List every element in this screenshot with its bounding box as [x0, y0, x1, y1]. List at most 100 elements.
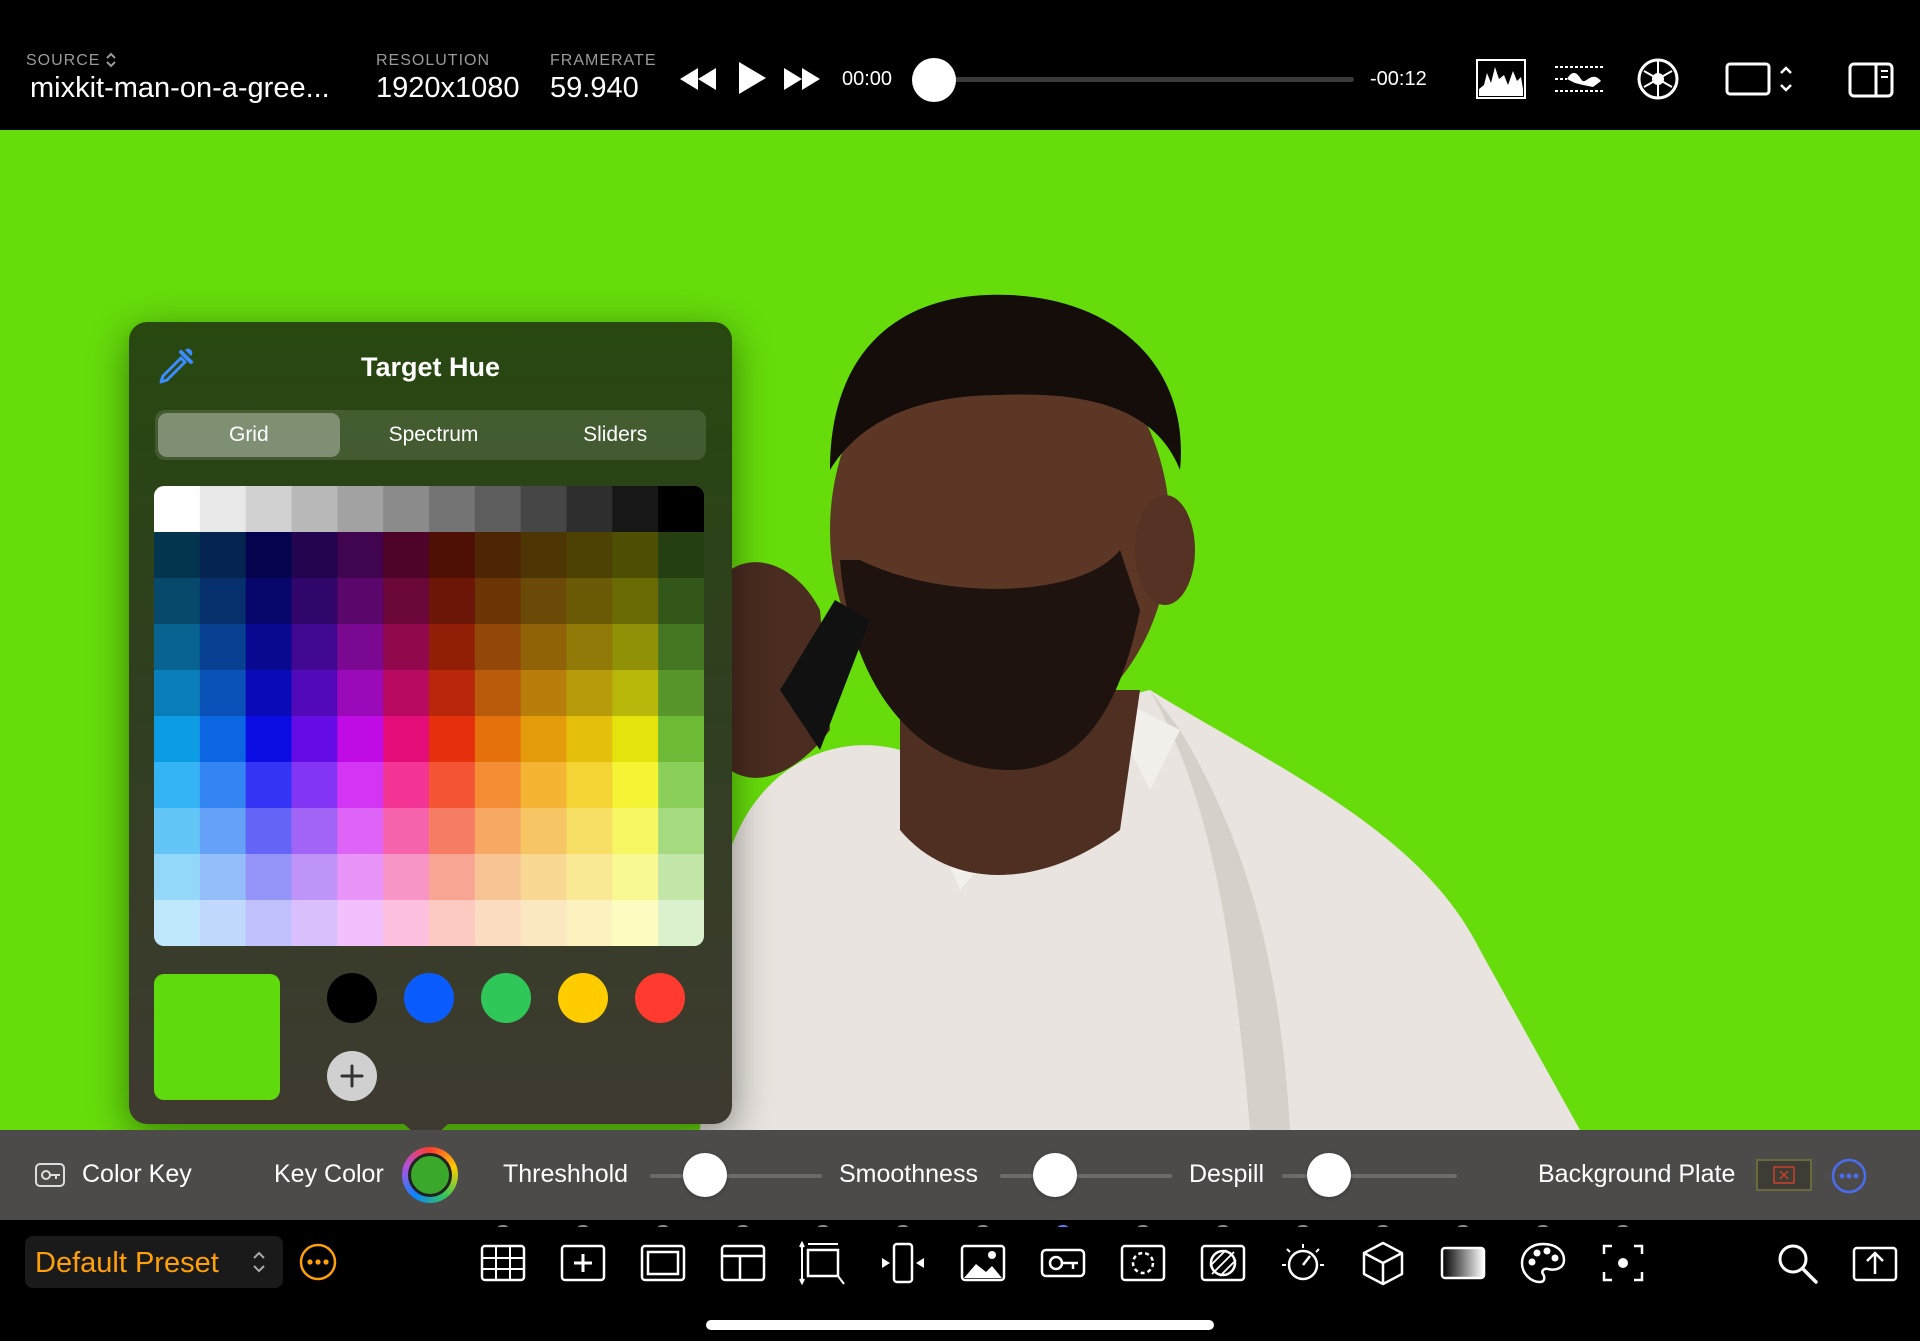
grid-cell[interactable]: [154, 716, 201, 763]
exposure-icon[interactable]: [1198, 1238, 1248, 1288]
grid-cell[interactable]: [337, 900, 384, 946]
flip-icon[interactable]: [878, 1238, 928, 1288]
threshold-slider-thumb[interactable]: [683, 1153, 728, 1197]
grid-cell[interactable]: [383, 854, 430, 901]
grid-cell[interactable]: [154, 578, 201, 625]
grid-cell[interactable]: [658, 532, 704, 579]
grid-cell[interactable]: [520, 532, 567, 579]
grid-cell[interactable]: [199, 808, 247, 855]
grid-cell[interactable]: [520, 578, 567, 625]
grid-cell[interactable]: [520, 716, 567, 763]
preset-picker[interactable]: Default Preset: [25, 1236, 283, 1288]
tab-sliders[interactable]: Sliders: [524, 410, 706, 460]
grid-cell[interactable]: [612, 532, 659, 579]
grid-cell[interactable]: [245, 900, 292, 946]
gradient-icon[interactable]: [1438, 1238, 1488, 1288]
smoothness-slider[interactable]: [1000, 1174, 1172, 1178]
grid-cell[interactable]: [520, 486, 567, 533]
grid-cell[interactable]: [566, 578, 613, 625]
grid-cell[interactable]: [612, 486, 659, 533]
color-key-tool-icon[interactable]: [1038, 1238, 1088, 1288]
grid-cell[interactable]: [474, 762, 522, 809]
grid-cell[interactable]: [199, 624, 247, 671]
add-icon[interactable]: [558, 1238, 608, 1288]
more-options-icon[interactable]: [1831, 1158, 1867, 1194]
grid-cell[interactable]: [199, 670, 247, 717]
cube-icon[interactable]: [1358, 1238, 1408, 1288]
grid-cell[interactable]: [612, 716, 659, 763]
grid-cell[interactable]: [474, 532, 522, 579]
grid-cell[interactable]: [566, 900, 613, 946]
grid-cell[interactable]: [337, 486, 384, 533]
grid-cell[interactable]: [429, 532, 476, 579]
grid-cell[interactable]: [383, 900, 430, 946]
grid-cell[interactable]: [337, 624, 384, 671]
background-plate-well[interactable]: [1756, 1159, 1812, 1191]
grid-cell[interactable]: [612, 900, 659, 946]
grid-cell[interactable]: [612, 578, 659, 625]
despill-slider-thumb[interactable]: [1307, 1153, 1352, 1197]
frame-icon[interactable]: [638, 1238, 688, 1288]
grid-cell[interactable]: [154, 808, 201, 855]
color-grid[interactable]: [154, 486, 704, 946]
grid-cell[interactable]: [383, 762, 430, 809]
source-value[interactable]: mixkit-man-on-a-gree...: [30, 72, 330, 105]
grid-cell[interactable]: [245, 808, 292, 855]
grid-cell[interactable]: [337, 670, 384, 717]
playhead-handle[interactable]: [912, 58, 956, 102]
grid-cell[interactable]: [474, 624, 522, 671]
grid-cell[interactable]: [245, 716, 292, 763]
grid-cell[interactable]: [429, 578, 476, 625]
grid-icon[interactable]: [478, 1238, 528, 1288]
grid-cell[interactable]: [566, 532, 613, 579]
grid-cell[interactable]: [199, 762, 247, 809]
grid-cell[interactable]: [337, 762, 384, 809]
swatch-blue[interactable]: [404, 973, 454, 1023]
grid-cell[interactable]: [474, 716, 522, 763]
grid-cell[interactable]: [291, 854, 338, 901]
grid-cell[interactable]: [612, 762, 659, 809]
grid-cell[interactable]: [520, 854, 567, 901]
grid-cell[interactable]: [337, 854, 384, 901]
grid-cell[interactable]: [383, 486, 430, 533]
grid-cell[interactable]: [474, 854, 522, 901]
grid-cell[interactable]: [199, 854, 247, 901]
grid-cell[interactable]: [566, 716, 613, 763]
grid-cell[interactable]: [520, 762, 567, 809]
grid-cell[interactable]: [566, 486, 613, 533]
grid-cell[interactable]: [429, 900, 476, 946]
grid-cell[interactable]: [154, 854, 201, 901]
grid-cell[interactable]: [429, 670, 476, 717]
grid-cell[interactable]: [474, 900, 522, 946]
grid-cell[interactable]: [474, 670, 522, 717]
key-color-swatch[interactable]: [402, 1147, 458, 1203]
grid-cell[interactable]: [383, 578, 430, 625]
grid-cell[interactable]: [429, 808, 476, 855]
grid-cell[interactable]: [383, 808, 430, 855]
grid-cell[interactable]: [520, 900, 567, 946]
swatch-yellow[interactable]: [558, 973, 608, 1023]
sidebar-toggle-button[interactable]: [1846, 60, 1896, 100]
grid-cell[interactable]: [199, 578, 247, 625]
grid-cell[interactable]: [658, 578, 704, 625]
grid-cell[interactable]: [245, 624, 292, 671]
grid-cell[interactable]: [658, 854, 704, 901]
grid-cell[interactable]: [612, 808, 659, 855]
aspect-ratio-button[interactable]: [1724, 58, 1798, 100]
grid-cell[interactable]: [520, 808, 567, 855]
search-icon[interactable]: [1772, 1238, 1822, 1288]
grid-cell[interactable]: [612, 670, 659, 717]
tab-grid[interactable]: Grid: [158, 413, 340, 457]
grid-cell[interactable]: [154, 624, 201, 671]
grid-cell[interactable]: [429, 854, 476, 901]
grid-cell[interactable]: [566, 854, 613, 901]
grid-cell[interactable]: [520, 670, 567, 717]
export-icon[interactable]: [1850, 1238, 1900, 1288]
fast-forward-button[interactable]: [780, 62, 824, 96]
rewind-button[interactable]: [676, 62, 720, 96]
grid-cell[interactable]: [474, 808, 522, 855]
grid-cell[interactable]: [291, 486, 338, 533]
grid-cell[interactable]: [291, 808, 338, 855]
grid-cell[interactable]: [658, 762, 704, 809]
grid-cell[interactable]: [291, 762, 338, 809]
